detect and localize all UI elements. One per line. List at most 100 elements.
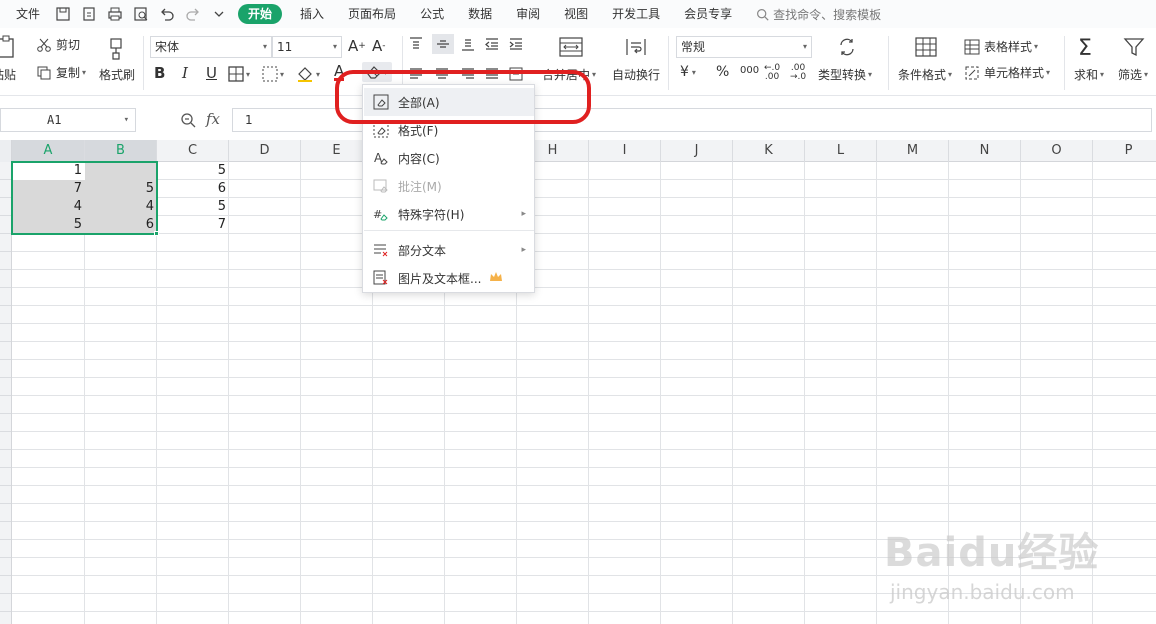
align-top-icon[interactable] [408, 36, 424, 52]
row-header[interactable] [0, 486, 11, 504]
paste-icon[interactable] [0, 34, 18, 60]
tab-view[interactable]: 视图 [552, 0, 600, 28]
tab-developer[interactable]: 开发工具 [600, 0, 672, 28]
thousands-separator-icon[interactable]: 000 [740, 65, 759, 76]
increase-indent-icon[interactable] [508, 36, 524, 52]
row-header[interactable] [0, 504, 11, 522]
row-header[interactable] [0, 324, 11, 342]
print-preview-icon[interactable] [131, 4, 151, 24]
font-name-select[interactable]: 宋体 ▾ [150, 36, 272, 58]
fill-color-icon[interactable]: ▾ [296, 66, 320, 82]
copy-button[interactable]: 复制 ▾ [36, 64, 86, 81]
cell-c1[interactable]: 5 [157, 162, 229, 180]
row-header[interactable] [0, 432, 11, 450]
row-header[interactable] [0, 522, 11, 540]
row-header[interactable] [0, 414, 11, 432]
fill-handle[interactable] [154, 231, 159, 236]
row-header[interactable] [0, 396, 11, 414]
menu-item-clear-comment[interactable]: 批注(M) [364, 172, 534, 200]
zoom-formula-icon[interactable] [180, 112, 196, 128]
percent-button[interactable]: % [716, 64, 729, 80]
paste-button[interactable]: 粘贴 [0, 66, 16, 83]
row-header[interactable] [0, 342, 11, 360]
column-header-a[interactable]: A [12, 140, 85, 162]
bold-button[interactable]: B [154, 64, 165, 82]
type-convert-icon[interactable] [836, 36, 858, 58]
menu-item-picture-textbox[interactable]: 图片及文本框... [364, 264, 534, 292]
row-header[interactable] [0, 234, 11, 252]
tab-formulas[interactable]: 公式 [408, 0, 456, 28]
conditional-format-icon[interactable] [914, 36, 938, 58]
underline-button[interactable]: U [206, 64, 217, 82]
undo-icon[interactable] [157, 4, 177, 24]
format-painter-icon[interactable] [104, 36, 128, 62]
decrease-indent-icon[interactable] [484, 36, 500, 52]
format-painter-button[interactable]: 格式刷 [99, 66, 135, 83]
row-header[interactable] [0, 270, 11, 288]
sum-button[interactable]: 求和 ▾ [1074, 66, 1104, 83]
tab-vip[interactable]: 会员专享 [672, 0, 744, 28]
type-convert-button[interactable]: 类型转换 ▾ [818, 66, 872, 83]
menu-file[interactable]: 文件 [0, 0, 50, 28]
align-middle-icon[interactable] [432, 34, 454, 54]
column-header-o[interactable]: O [1021, 140, 1093, 162]
column-header-d[interactable]: D [229, 140, 301, 162]
border-icon[interactable]: ▾ [228, 66, 250, 82]
menu-item-clear-content[interactable]: A 内容(C) [364, 144, 534, 172]
name-box[interactable]: A1 ▾ [0, 108, 136, 132]
column-header-i[interactable]: I [589, 140, 661, 162]
conditional-format-button[interactable]: 条件格式 ▾ [898, 66, 952, 83]
row-header[interactable] [0, 594, 11, 612]
row-header[interactable] [0, 360, 11, 378]
column-header-p[interactable]: P [1093, 140, 1156, 162]
copy-dropdown-icon[interactable]: ▾ [82, 68, 86, 77]
column-header-c[interactable]: C [157, 140, 229, 162]
select-all-corner[interactable] [0, 140, 12, 162]
tab-insert[interactable]: 插入 [288, 0, 336, 28]
align-bottom-icon[interactable] [460, 36, 476, 52]
command-search[interactable]: 查找命令、搜索模板 [756, 6, 881, 23]
redo-icon[interactable] [183, 4, 203, 24]
export-pdf-icon[interactable] [79, 4, 99, 24]
column-header-k[interactable]: K [733, 140, 805, 162]
sigma-icon[interactable]: Σ [1078, 36, 1092, 61]
row-header[interactable] [0, 288, 11, 306]
row-header[interactable] [0, 576, 11, 594]
currency-button[interactable]: ¥ ▾ [680, 64, 696, 80]
border-style-icon[interactable]: ▾ [262, 66, 284, 82]
decrease-decimal-icon[interactable]: .00 →.0 [790, 64, 806, 82]
customize-quick-access-icon[interactable] [209, 4, 229, 24]
column-header-m[interactable]: M [877, 140, 949, 162]
column-header-l[interactable]: L [805, 140, 877, 162]
decrease-font-icon[interactable]: A- [372, 37, 386, 55]
filter-icon[interactable] [1122, 36, 1146, 58]
wrap-text-button[interactable]: 自动换行 [612, 66, 660, 83]
cell-style-button[interactable]: 单元格样式 ▾ [964, 64, 1050, 81]
tab-data[interactable]: 数据 [456, 0, 504, 28]
cut-button[interactable]: 剪切 [36, 36, 80, 53]
merge-center-icon[interactable] [558, 36, 584, 58]
wrap-text-icon[interactable] [624, 36, 648, 58]
font-size-select[interactable]: 11 ▾ [272, 36, 342, 58]
save-icon[interactable] [53, 4, 73, 24]
row-header[interactable] [0, 540, 11, 558]
column-header-n[interactable]: N [949, 140, 1021, 162]
insert-function-button[interactable]: fx [206, 110, 220, 128]
row-header[interactable] [0, 306, 11, 324]
menu-item-partial-text[interactable]: 部分文本 ▸ [364, 236, 534, 264]
tab-page-layout[interactable]: 页面布局 [336, 0, 408, 28]
row-header[interactable] [0, 450, 11, 468]
number-format-select[interactable]: 常规 ▾ [676, 36, 812, 58]
menu-item-special-chars[interactable]: # 特殊字符(H) ▸ [364, 200, 534, 228]
table-style-button[interactable]: 表格样式 ▾ [964, 38, 1038, 55]
tab-home[interactable]: 开始 [238, 4, 283, 24]
increase-decimal-icon[interactable]: ←.0.00 [764, 64, 780, 82]
row-header[interactable] [0, 468, 11, 486]
increase-font-icon[interactable]: A + [348, 37, 366, 55]
filter-button[interactable]: 筛选 ▾ [1118, 66, 1148, 83]
cell-c4[interactable]: 7 [157, 216, 229, 234]
column-header-b[interactable]: B [85, 140, 157, 162]
italic-button[interactable]: I [182, 64, 188, 82]
print-icon[interactable] [105, 4, 125, 24]
tab-review[interactable]: 审阅 [504, 0, 552, 28]
